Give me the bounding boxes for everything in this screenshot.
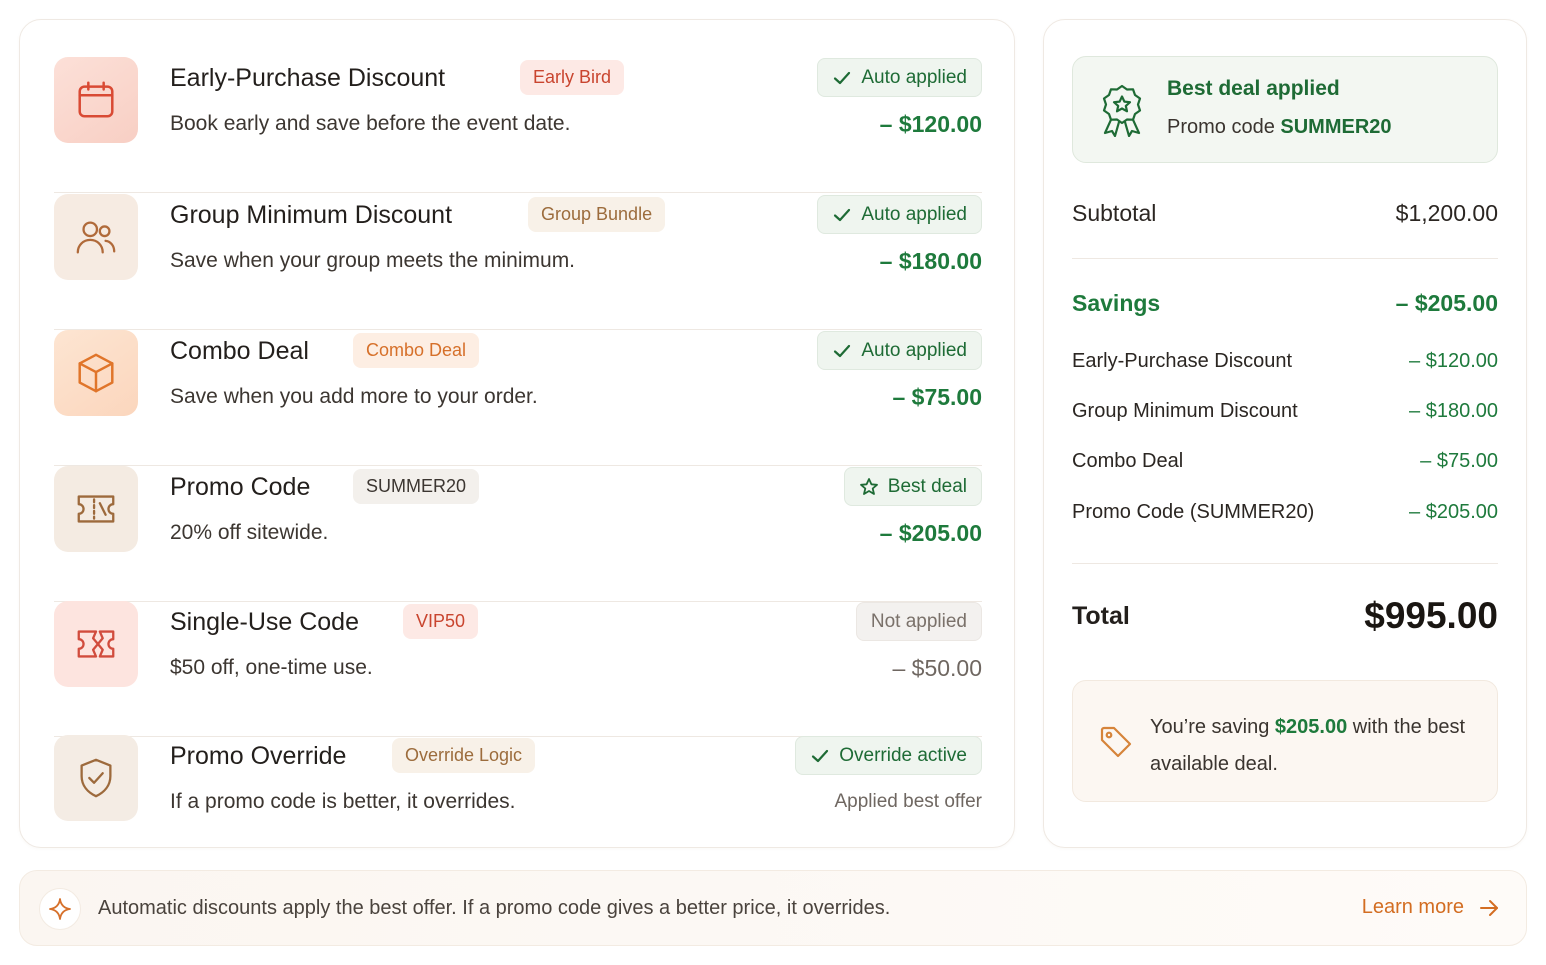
arrow-right-icon bbox=[1480, 899, 1498, 916]
discount-row-early-purchase: Early-Purchase Discount Early Bird Book … bbox=[54, 57, 982, 193]
savings-line-label: Combo Deal bbox=[1072, 450, 1184, 472]
divider bbox=[1072, 563, 1498, 564]
check-icon bbox=[812, 749, 829, 762]
discount-amount: – $50.00 bbox=[892, 655, 982, 681]
status-label: Not applied bbox=[870, 611, 967, 632]
discount-description: Save when your group meets the minimum. bbox=[170, 249, 576, 272]
award-ribbon-icon bbox=[1102, 84, 1142, 137]
calendar-icon bbox=[54, 57, 138, 143]
status-badge: Auto applied bbox=[817, 195, 982, 234]
discount-title: Promo Override bbox=[170, 742, 347, 770]
savings-line-label: Early-Purchase Discount bbox=[1072, 350, 1293, 372]
status-badge: Not applied bbox=[855, 602, 982, 641]
discount-title: Combo Deal bbox=[170, 337, 309, 365]
sparkle-icon bbox=[39, 888, 81, 930]
discount-description: Save when you add more to your order. bbox=[170, 385, 538, 408]
savings-label: Savings bbox=[1072, 290, 1161, 316]
subtotal-row: Subtotal $1,200.00 bbox=[1072, 200, 1498, 227]
subtotal-value: $1,200.00 bbox=[1395, 200, 1498, 226]
savings-row: Savings – $205.00 bbox=[1072, 290, 1498, 317]
discount-amount: – $180.00 bbox=[879, 248, 982, 274]
order-summary-card: Best deal applied Promo code SUMMER20 Su… bbox=[1043, 19, 1527, 848]
discount-row-promo-code: Promo Code SUMMER20 20% off sitewide. Be… bbox=[54, 466, 982, 602]
subtotal-label: Subtotal bbox=[1072, 200, 1157, 226]
discount-tag: Combo Deal bbox=[353, 333, 480, 368]
discount-description: 20% off sitewide. bbox=[170, 521, 329, 544]
savings-line-value: – $75.00 bbox=[1420, 450, 1498, 472]
ticket-icon bbox=[54, 466, 138, 552]
discount-tag: Early Bird bbox=[520, 60, 625, 95]
discount-title: Promo Code bbox=[170, 473, 311, 501]
discount-amount: – $75.00 bbox=[892, 384, 982, 410]
check-icon bbox=[834, 344, 851, 357]
status-label: Best deal bbox=[887, 476, 967, 497]
star-icon bbox=[859, 477, 878, 495]
shield-check-icon bbox=[54, 735, 138, 821]
check-icon bbox=[834, 71, 851, 84]
status-badge: Override active bbox=[795, 736, 982, 775]
savings-line-item: Combo Deal – $75.00 bbox=[1072, 450, 1498, 473]
savings-tip-text: You’re saving $205.00 with the best avai… bbox=[1150, 709, 1480, 783]
savings-line-item: Group Minimum Discount – $180.00 bbox=[1072, 400, 1498, 423]
discount-title: Group Minimum Discount bbox=[170, 201, 453, 229]
savings-line-label: Promo Code (SUMMER20) bbox=[1072, 501, 1315, 523]
status-badge: Auto applied bbox=[817, 58, 982, 97]
status-badge: Auto applied bbox=[817, 331, 982, 370]
total-label: Total bbox=[1072, 601, 1130, 630]
discount-description: If a promo code is better, it overrides. bbox=[170, 790, 516, 813]
tag-icon bbox=[1100, 726, 1132, 758]
discount-tag: Override Logic bbox=[392, 738, 536, 773]
discount-list-card: Early-Purchase Discount Early Bird Book … bbox=[19, 19, 1015, 848]
status-label: Override active bbox=[839, 745, 967, 766]
savings-value: – $205.00 bbox=[1395, 290, 1498, 316]
check-icon bbox=[834, 208, 851, 221]
learn-more-label: Learn more bbox=[1361, 896, 1464, 918]
box-icon bbox=[54, 330, 138, 416]
footer-info-text: Automatic discounts apply the best offer… bbox=[98, 897, 891, 919]
info-footer-bar: Automatic discounts apply the best offer… bbox=[19, 870, 1527, 946]
applied-best-offer-note: Applied best offer bbox=[834, 791, 982, 812]
best-deal-subtitle: Promo code SUMMER20 bbox=[1167, 116, 1392, 139]
discount-description: Book early and save before the event dat… bbox=[170, 112, 571, 135]
discount-tag: VIP50 bbox=[403, 604, 479, 639]
total-row: Total $995.00 bbox=[1072, 595, 1498, 637]
status-badge: Best deal bbox=[843, 467, 982, 506]
savings-line-label: Group Minimum Discount bbox=[1072, 400, 1298, 422]
discount-tag: SUMMER20 bbox=[353, 469, 480, 504]
savings-line-value: – $120.00 bbox=[1409, 350, 1498, 372]
best-deal-title: Best deal applied bbox=[1167, 77, 1340, 100]
torn-ticket-icon bbox=[54, 601, 138, 687]
status-label: Auto applied bbox=[861, 67, 967, 88]
discount-row-combo: Combo Deal Combo Deal Save when you add … bbox=[54, 330, 982, 466]
status-label: Auto applied bbox=[861, 340, 967, 361]
tip-amount: $205.00 bbox=[1274, 716, 1348, 738]
best-deal-code: SUMMER20 bbox=[1280, 116, 1392, 138]
divider bbox=[54, 192, 982, 193]
status-label: Auto applied bbox=[861, 204, 967, 225]
total-value: $995.00 bbox=[1364, 595, 1498, 636]
tip-prefix: You’re saving bbox=[1150, 716, 1275, 738]
savings-tip-box: You’re saving $205.00 with the best avai… bbox=[1072, 680, 1498, 802]
savings-line-item: Promo Code (SUMMER20) – $205.00 bbox=[1072, 501, 1498, 524]
learn-more-link[interactable]: Learn more bbox=[1362, 896, 1500, 919]
savings-line-item: Early-Purchase Discount – $120.00 bbox=[1072, 350, 1498, 373]
discount-row-promo-override: Promo Override Override Logic If a promo… bbox=[54, 735, 982, 835]
divider bbox=[1072, 258, 1498, 259]
savings-line-value: – $180.00 bbox=[1409, 400, 1498, 422]
discount-row-group-minimum: Group Minimum Discount Group Bundle Save… bbox=[54, 194, 982, 330]
savings-line-value: – $205.00 bbox=[1409, 501, 1498, 523]
discount-title: Early-Purchase Discount bbox=[170, 64, 446, 92]
best-deal-prefix: Promo code bbox=[1167, 116, 1281, 138]
discount-title: Single-Use Code bbox=[170, 608, 359, 636]
discount-row-single-use: Single-Use Code VIP50 $50 off, one-time … bbox=[54, 601, 982, 737]
discount-tag: Group Bundle bbox=[528, 197, 666, 232]
discount-description: $50 off, one-time use. bbox=[170, 656, 373, 679]
best-deal-banner: Best deal applied Promo code SUMMER20 bbox=[1072, 56, 1498, 163]
discount-amount: – $205.00 bbox=[879, 520, 982, 546]
users-icon bbox=[54, 194, 138, 280]
discount-amount: – $120.00 bbox=[879, 111, 982, 137]
